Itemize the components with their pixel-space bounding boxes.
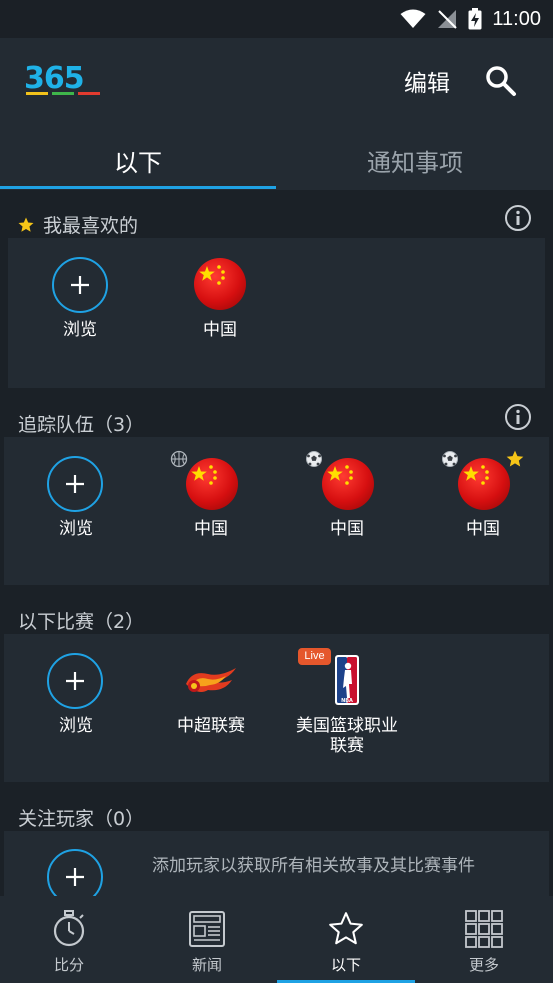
china-flag-icon	[458, 458, 510, 510]
app-logo-365: 365	[24, 62, 100, 96]
browse-competitions-item[interactable]: 浏览	[16, 634, 136, 782]
nav-news[interactable]: 新闻	[138, 896, 276, 983]
players-hint-text: 添加玩家以获取所有相关故事及其比赛事件	[152, 856, 475, 876]
browse-favorites-item[interactable]: 浏览	[20, 238, 140, 388]
star-outline-icon	[329, 912, 363, 945]
no-signal-icon	[438, 10, 458, 29]
nav-scores[interactable]: 比分	[0, 896, 138, 983]
nav-following[interactable]: 以下	[277, 896, 415, 983]
nba-logo-icon: NBA	[335, 655, 359, 705]
plus-icon	[66, 475, 84, 493]
info-icon[interactable]	[504, 204, 532, 232]
bottom-navigation: 比分 新闻 以下 更多	[0, 896, 553, 983]
competition-label: 中超联赛	[177, 716, 245, 736]
plus-icon	[71, 276, 89, 294]
soccer-ball-icon	[306, 451, 322, 467]
followed-team-china-soccer[interactable]: 中国	[287, 437, 407, 585]
competition-label-line1: 美国篮球职业	[296, 716, 398, 736]
china-flag-icon	[322, 458, 374, 510]
tab-notifications[interactable]: 通知事项	[277, 120, 553, 190]
team-label: 中国	[194, 519, 228, 539]
nav-label: 比分	[53, 956, 84, 974]
china-flag-icon	[186, 458, 238, 510]
nav-label: 更多	[468, 956, 499, 974]
live-badge: Live	[298, 648, 331, 665]
plus-circle-button[interactable]	[52, 257, 108, 313]
status-bar: 11:00	[0, 0, 553, 38]
plus-icon	[66, 868, 84, 886]
svg-text:NBA: NBA	[341, 698, 353, 704]
add-player-button[interactable]	[47, 849, 103, 896]
nav-label: 以下	[330, 956, 361, 974]
team-label: 中国	[203, 320, 237, 340]
status-time: 11:00	[492, 7, 541, 30]
nav-more[interactable]: 更多	[415, 896, 553, 983]
grid-icon	[465, 910, 503, 948]
competitions-card: 浏览 中超联赛 NBA 美国篮球职业 联赛	[4, 634, 549, 782]
favorite-team-china[interactable]: 中国	[160, 238, 280, 388]
wifi-icon	[400, 9, 426, 28]
logo-text: 365	[24, 62, 84, 96]
app-bar: 365 编辑	[0, 38, 553, 120]
info-icon[interactable]	[504, 403, 532, 431]
plus-circle-button[interactable]	[47, 653, 103, 709]
nav-label: 新闻	[191, 956, 222, 974]
edit-button[interactable]: 编辑	[404, 64, 450, 98]
star-icon	[18, 217, 34, 232]
team-label: 中国	[466, 519, 500, 539]
tab-active-indicator	[0, 186, 276, 189]
team-label: 中国	[330, 519, 364, 539]
plus-icon	[66, 672, 84, 690]
competition-label-line2: 联赛	[330, 736, 364, 756]
search-icon[interactable]	[484, 64, 518, 98]
favorites-card: 浏览 中国	[8, 238, 545, 388]
tab-bar: 以下 通知事项	[0, 120, 553, 190]
competitions-title: 以下比赛（2）	[18, 611, 145, 633]
browse-label: 浏览	[59, 716, 93, 736]
browse-label: 浏览	[63, 320, 97, 340]
teams-title: 追踪队伍（3）	[18, 414, 145, 436]
browse-label: 浏览	[59, 519, 93, 539]
tab-following[interactable]: 以下	[0, 120, 276, 190]
competition-csl[interactable]: 中超联赛	[151, 634, 271, 782]
csl-logo-icon	[186, 668, 236, 692]
followed-team-china-basketball[interactable]: 中国	[151, 437, 271, 585]
plus-circle-button[interactable]	[47, 456, 103, 512]
browse-teams-item[interactable]: 浏览	[16, 437, 136, 585]
china-flag-icon	[194, 258, 246, 310]
followed-team-china-soccer-favorite[interactable]: 中国	[423, 437, 543, 585]
soccer-ball-icon	[442, 451, 458, 467]
players-title: 关注玩家（0）	[18, 808, 145, 830]
stopwatch-icon	[53, 910, 85, 947]
teams-card: 浏览 中国 中国 中国	[4, 437, 549, 585]
newspaper-icon	[189, 911, 225, 947]
favorites-title: 我最喜欢的	[43, 215, 139, 237]
battery-charging-icon	[468, 8, 482, 30]
